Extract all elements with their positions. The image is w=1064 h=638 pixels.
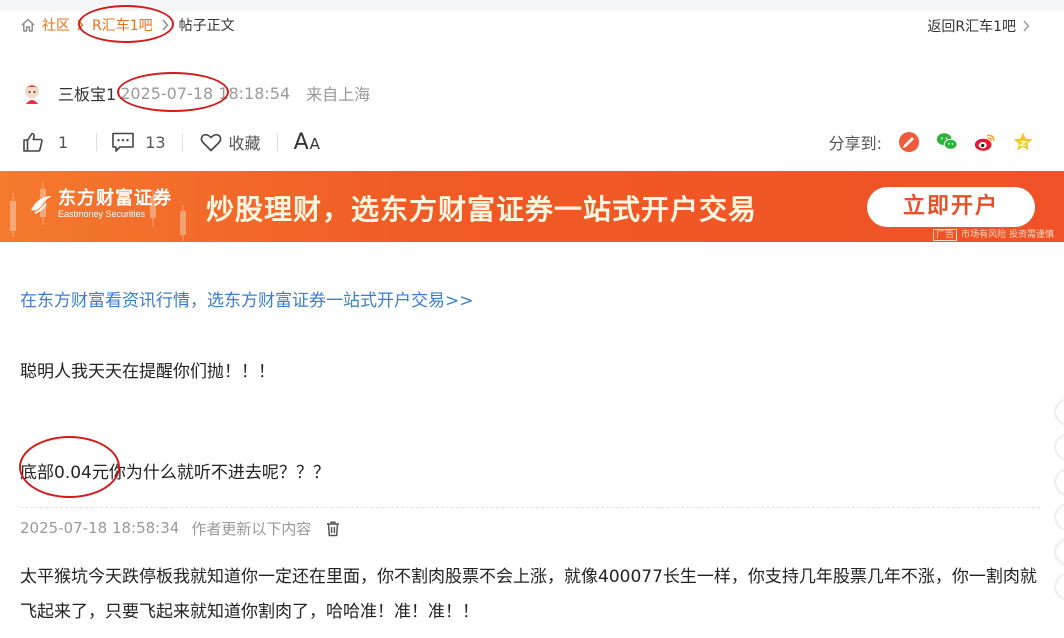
open-account-button[interactable]: 立即开户 <box>867 187 1035 227</box>
toutiao-share-icon[interactable] <box>898 131 920 153</box>
breadcrumb-bar[interactable]: R汇车1吧 <box>92 15 153 35</box>
eastmoney-logo-icon <box>31 195 52 214</box>
thumbs-up-icon <box>23 132 43 152</box>
favorite-button[interactable]: 收藏 <box>199 130 261 154</box>
eastmoney-logo: 东方财富证券 Eastmoney Securities <box>28 189 172 220</box>
float-tool-button[interactable] <box>1056 470 1064 494</box>
share-bar: 分享到: <box>829 130 1034 154</box>
update-note: 作者更新以下内容 <box>191 519 312 538</box>
top-bar <box>0 0 1064 11</box>
float-tool-button[interactable] <box>1056 505 1064 529</box>
post-author-row: 三板宝1 2025-07-18 18:18:54 来自上海 <box>22 82 370 104</box>
share-label: 分享到: <box>828 134 882 153</box>
banner-disclaimer: 广告 市场有风险 投资需谨慎 <box>933 227 1054 241</box>
float-tool-button[interactable] <box>1056 435 1064 459</box>
ad-banner[interactable]: 东方财富证券 Eastmoney Securities 炒股理财，选东方财富证券… <box>0 171 1064 242</box>
post-location: 来自上海 <box>306 85 371 104</box>
post-text-line: 底部0.04元你为什么就听不进去呢？？？ <box>20 463 330 483</box>
float-tool-button[interactable] <box>1056 400 1064 424</box>
weibo-share-icon[interactable] <box>974 131 996 153</box>
like-button[interactable]: 1 <box>22 131 68 153</box>
breadcrumb-current: 帖子正文 <box>178 18 235 34</box>
divider <box>181 133 183 151</box>
ad-tag: 广告 <box>933 229 958 241</box>
chevron-right-icon <box>77 19 84 31</box>
avatar[interactable] <box>22 82 42 104</box>
comment-icon <box>112 132 134 152</box>
post-action-bar: 1 13 收藏 A A <box>22 130 320 155</box>
font-size-large: A <box>293 129 309 155</box>
back-link-label: 返回R汇车1吧 <box>927 19 1016 35</box>
chevron-right-icon <box>1023 20 1030 32</box>
float-tool-button[interactable] <box>1056 540 1064 564</box>
comment-count: 13 <box>145 132 166 152</box>
logo-text-cn: 东方财富证券 <box>58 188 172 209</box>
font-size-small: A <box>309 134 320 153</box>
comment-button[interactable]: 13 <box>111 131 166 153</box>
wechat-share-icon[interactable] <box>936 131 958 153</box>
home-link[interactable]: 社区 <box>20 15 70 35</box>
author-name[interactable]: 三板宝1 <box>58 81 116 105</box>
logo-text-en: Eastmoney Securities <box>58 209 146 219</box>
update-body: 太平猴坑今天跌停板我就知道你一定还在里面，你不割肉股票不会上涨，就像400077… <box>20 567 1037 622</box>
back-to-bar-link[interactable]: 返回R汇车1吧 <box>927 16 1030 36</box>
risk-disclaimer: 市场有风险 投资需谨慎 <box>961 230 1054 240</box>
breadcrumb-community[interactable]: 社区 <box>42 15 70 35</box>
chevron-right-icon <box>162 19 169 31</box>
divider <box>276 133 278 151</box>
update-header: 2025-07-18 18:58:34 作者更新以下内容 <box>20 517 341 539</box>
post-timestamp: 2025-07-18 18:18:54 <box>120 83 291 103</box>
like-count: 1 <box>58 132 69 152</box>
update-divider <box>20 507 1040 508</box>
breadcrumb: 社区 R汇车1吧 帖子正文 <box>20 16 235 34</box>
divider <box>96 133 98 151</box>
promo-link[interactable]: 在东方财富看资讯行情，选东方财富证券一站式开户交易>> <box>20 286 474 311</box>
float-tool-button[interactable] <box>1056 575 1064 599</box>
font-size-toggle[interactable]: A A <box>294 130 320 155</box>
heart-icon <box>200 133 221 152</box>
post-text-line: 聪明人我天天在提醒你们抛！！！ <box>20 362 275 382</box>
update-timestamp: 2025-07-18 18:58:34 <box>20 519 180 537</box>
banner-slogan: 炒股理财，选东方财富证券一站式开户交易 <box>206 193 758 226</box>
favorite-label: 收藏 <box>228 134 261 153</box>
favorite-star-share-icon[interactable] <box>1012 131 1034 153</box>
home-icon <box>21 18 35 32</box>
trash-icon[interactable] <box>325 520 341 537</box>
